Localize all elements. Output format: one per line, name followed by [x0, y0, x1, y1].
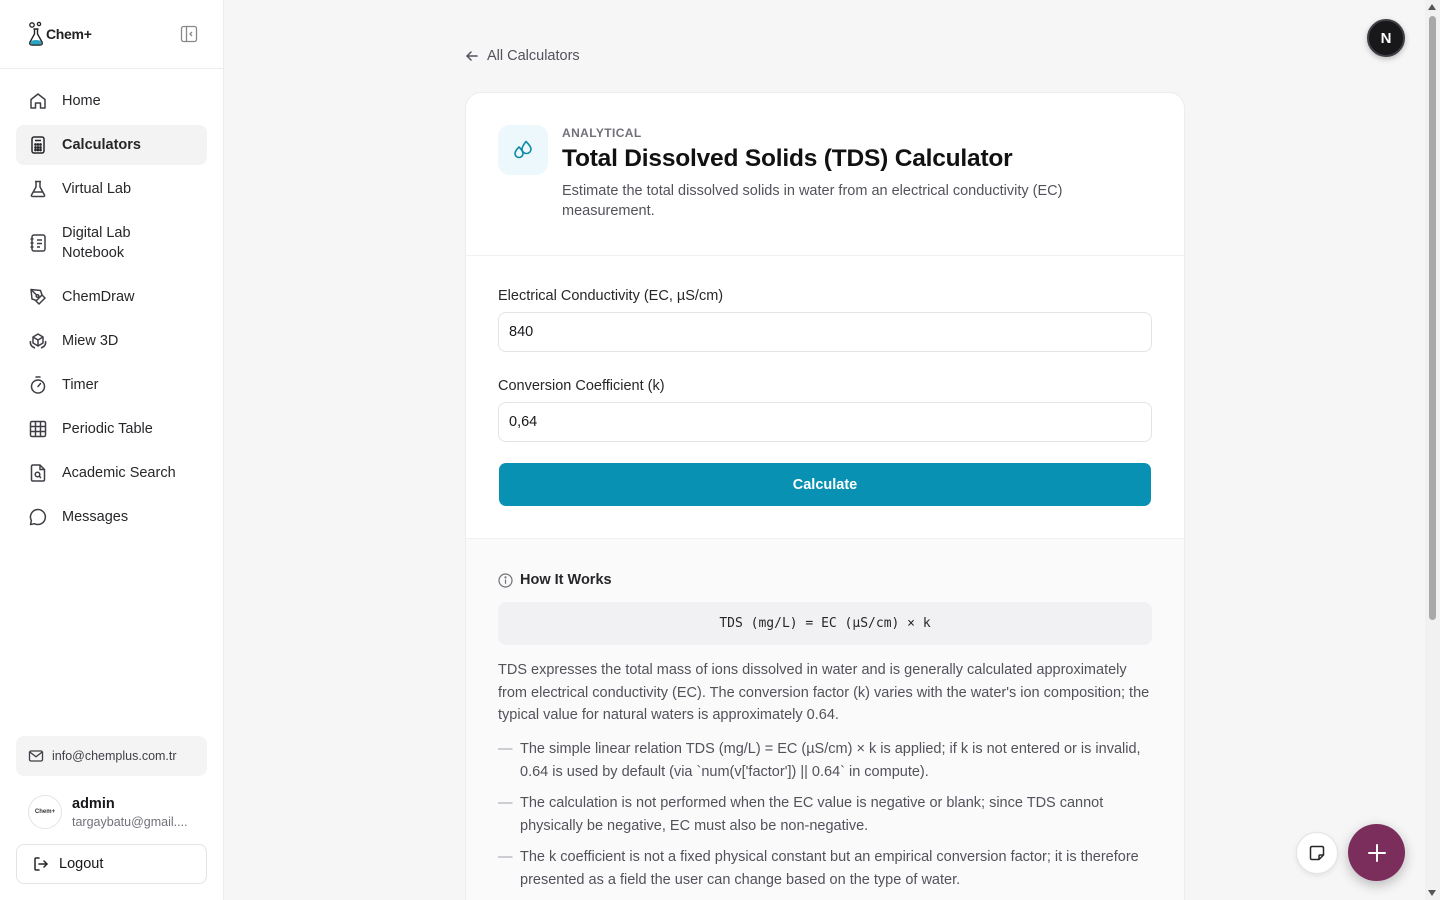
calculator-header: ANALYTICAL Total Dissolved Solids (TDS) … — [466, 93, 1184, 256]
sticky-note-icon — [1309, 845, 1325, 861]
how-it-works-text: TDS expresses the total mass of ions dis… — [498, 662, 1150, 723]
note-text: The simple linear relation TDS (mg/L) = … — [520, 740, 1141, 780]
calculator-description: Estimate the total dissolved solids in w… — [562, 183, 1063, 219]
dash-marker: — — [498, 740, 513, 757]
user-name: admin — [72, 795, 115, 812]
page-title: Total Dissolved Solids (TDS) Calculator — [562, 145, 1013, 172]
arrow-left-icon — [466, 51, 478, 61]
sidebar-item-chemdraw[interactable]: ChemDraw — [16, 277, 207, 317]
sidebar-item-timer[interactable]: Timer — [16, 365, 207, 405]
sidebar-item-digital-lab-notebook[interactable]: Digital Lab Notebook — [16, 213, 207, 273]
info-icon — [498, 572, 513, 588]
sidebar-item-messages[interactable]: Messages — [16, 497, 207, 537]
sidebar-nav: Home Calculators Virtual Lab Digital Lab… — [0, 69, 223, 549]
calculator-card: ANALYTICAL Total Dissolved Solids (TDS) … — [465, 92, 1185, 900]
how-it-works-heading: How It Works — [498, 572, 1152, 588]
sidebar-item-label: ChemDraw — [62, 289, 135, 305]
contact-email: info@chemplus.com.tr — [52, 749, 177, 763]
ec-input[interactable]: 840 — [498, 312, 1152, 352]
dash-marker: — — [498, 848, 513, 865]
sidebar-item-periodic-table[interactable]: Periodic Table — [16, 409, 207, 449]
how-it-works-title: How It Works — [520, 572, 612, 588]
sidebar-footer: info@chemplus.com.tr Chem+ admin targayb… — [16, 736, 207, 884]
calculator-category: ANALYTICAL — [562, 126, 642, 140]
sidebar-item-label: Periodic Table — [62, 421, 153, 437]
how-it-works-section: How It Works TDS (mg/L) = EC (µS/cm) × k… — [466, 539, 1184, 900]
logout-button[interactable]: Logout — [16, 844, 207, 884]
sidebar-item-label: Virtual Lab — [62, 181, 132, 197]
how-it-works-notes: — The simple linear relation TDS (mg/L) =… — [498, 738, 1152, 892]
calculator-form: Electrical Conductivity (EC, µS/cm) 840 … — [466, 256, 1184, 539]
sidebar-item-virtual-lab[interactable]: Virtual Lab — [16, 169, 207, 209]
plus-icon — [1367, 843, 1386, 862]
sidebar-item-home[interactable]: Home — [16, 81, 207, 121]
list-item: — The k coefficient is not a fixed physic… — [498, 846, 1152, 892]
home-icon — [28, 91, 48, 111]
sidebar-item-label: Academic Search — [62, 465, 176, 481]
user-email: targaybatu@gmail.... — [72, 814, 188, 829]
list-item: — The simple linear relation TDS (mg/L) =… — [498, 738, 1152, 784]
droplets-icon — [514, 140, 532, 159]
flask-icon — [29, 21, 43, 46]
sidebar: Chem+ Home Calculators Virtual Lab Digit… — [0, 0, 224, 900]
logout-label: Logout — [59, 856, 104, 872]
page-scrollbar[interactable] — [1425, 0, 1440, 900]
file-search-icon — [28, 463, 48, 483]
sidebar-item-label: Timer — [62, 377, 99, 393]
scroll-down-arrow-icon[interactable] — [1428, 890, 1436, 896]
sidebar-item-academic-search[interactable]: Academic Search — [16, 453, 207, 493]
logout-icon — [34, 857, 48, 871]
back-to-calculators-link[interactable]: All Calculators — [465, 48, 580, 64]
user-profile[interactable]: Chem+ admin targaybatu@gmail.... — [16, 788, 207, 836]
add-fab-button[interactable] — [1348, 824, 1405, 881]
brand-logo[interactable]: Chem+ — [28, 21, 92, 47]
pen-tool-icon — [28, 287, 48, 307]
k-input[interactable]: 0,64 — [498, 402, 1152, 442]
note-text: The k coefficient is not a fixed physica… — [520, 848, 1139, 888]
scroll-up-arrow-icon[interactable] — [1428, 4, 1436, 10]
dash-marker: — — [498, 794, 513, 811]
avatar: Chem+ — [28, 795, 62, 829]
contact-email-box[interactable]: info@chemplus.com.tr — [16, 736, 207, 776]
sidebar-item-miew-3d[interactable]: Miew 3D — [16, 321, 207, 361]
calculator-type-icon-box — [498, 125, 548, 175]
notes-button[interactable] — [1296, 832, 1338, 874]
notebook-icon — [28, 233, 48, 253]
sidebar-item-label: Home — [62, 93, 101, 109]
message-icon — [28, 507, 48, 527]
ec-label: Electrical Conductivity (EC, µS/cm) — [498, 288, 724, 304]
account-avatar-button[interactable]: N — [1367, 19, 1405, 57]
formula-box: TDS (mg/L) = EC (µS/cm) × k — [498, 602, 1152, 645]
timer-icon — [28, 375, 48, 395]
list-item: — The calculation is not performed when t… — [498, 792, 1152, 838]
sidebar-item-label: Miew 3D — [62, 333, 119, 349]
rotate-3d-icon — [28, 331, 48, 351]
mail-icon — [28, 750, 44, 762]
calculate-button[interactable]: Calculate — [499, 463, 1151, 506]
k-label: Conversion Coefficient (k) — [498, 378, 665, 394]
sidebar-item-label: Calculators — [62, 137, 141, 153]
calculator-icon — [28, 135, 48, 155]
sidebar-item-calculators[interactable]: Calculators — [16, 125, 207, 165]
sidebar-item-label: Digital Lab Notebook — [62, 225, 131, 261]
panel-left-icon — [180, 25, 198, 43]
beaker-icon — [28, 179, 48, 199]
grid-icon — [28, 419, 48, 439]
note-text: The calculation is not performed when th… — [520, 794, 1104, 834]
sidebar-item-label: Messages — [62, 509, 129, 525]
back-link-label: All Calculators — [487, 48, 580, 64]
scrollbar-thumb[interactable] — [1429, 16, 1436, 620]
brand-bar: Chem+ — [0, 0, 223, 69]
brand-name: Chem+ — [46, 26, 92, 42]
sidebar-collapse-button[interactable] — [179, 24, 199, 44]
